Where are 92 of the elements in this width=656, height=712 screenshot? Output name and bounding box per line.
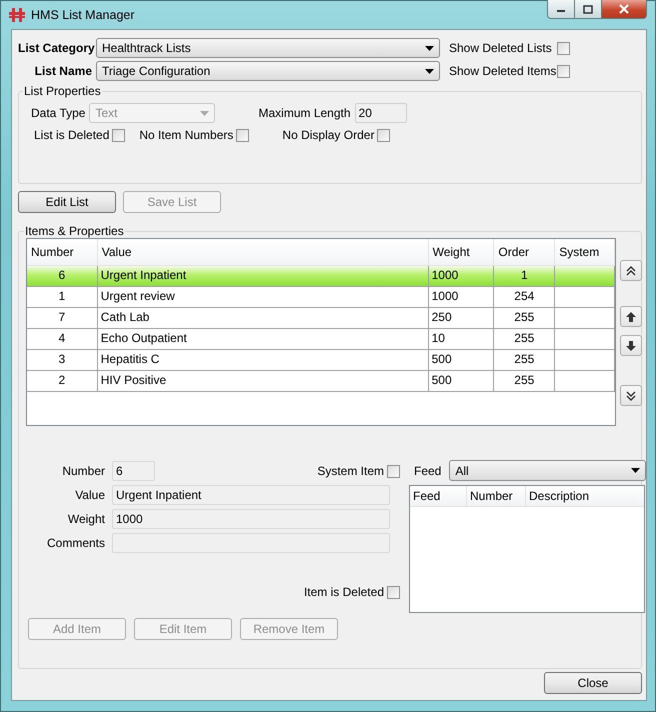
checkbox[interactable]	[557, 42, 570, 54]
table-cell: 1	[27, 287, 98, 307]
maximum-length-field[interactable]: 20	[354, 103, 407, 123]
checkbox[interactable]	[377, 128, 390, 142]
table-cell: 500	[428, 350, 494, 370]
table-row[interactable]: 4 Echo Outpatient 10 255	[27, 329, 615, 350]
close-icon	[618, 4, 630, 14]
column-header[interactable]: Number	[467, 486, 526, 506]
move-up-button[interactable]	[620, 306, 642, 327]
table-row[interactable]: 3 Hepatitis C 500 255	[27, 350, 615, 371]
field-label: Weight	[66, 512, 105, 526]
caret-icon	[631, 468, 640, 473]
checkbox-label: Show Deleted Lists	[449, 41, 553, 55]
close-button[interactable]: Close	[544, 672, 642, 694]
column-header[interactable]: Value	[98, 239, 429, 265]
checkbox-label: System Item	[317, 464, 384, 478]
dropdown[interactable]: Triage Configuration	[96, 61, 440, 81]
caret-icon	[425, 68, 434, 74]
up-arrow-icon	[626, 312, 636, 322]
table-cell: Cath Lab	[98, 308, 429, 328]
field-label: Maximum Length	[258, 106, 351, 120]
caret-icon	[425, 46, 434, 50]
feed-dropdown[interactable]: All	[449, 460, 646, 481]
column-header[interactable]: System	[555, 239, 615, 265]
column-header[interactable]: Number	[27, 239, 98, 265]
window-title: HMS List Manager	[31, 8, 135, 22]
table-cell: 255	[494, 329, 556, 349]
column-header[interactable]: Order	[494, 239, 556, 265]
table-row[interactable]: 1 Urgent review 1000 254	[27, 287, 615, 308]
field-label: Value	[74, 488, 105, 502]
table-cell: 7	[27, 308, 98, 328]
cross-logo-icon	[9, 7, 25, 23]
checkbox-label: No Item Numbers	[139, 128, 234, 142]
table-cell: 4	[27, 329, 98, 349]
edit-list-button[interactable]: Edit List	[18, 191, 116, 213]
table-cell: 1000	[428, 287, 494, 307]
table-cell: Hepatitis C	[98, 350, 429, 370]
weight-field[interactable]: 1000	[112, 509, 390, 529]
table-cell: 1000	[428, 266, 494, 286]
checkbox[interactable]	[387, 586, 400, 598]
table-cell: 255	[494, 371, 556, 391]
double-up-chevron-icon	[626, 266, 636, 276]
table-cell: 255	[494, 350, 556, 370]
close-window-button[interactable]	[602, 0, 647, 19]
comments-field[interactable]	[112, 533, 390, 553]
table-cell: 250	[428, 308, 494, 328]
table-cell: 500	[428, 371, 494, 391]
checkbox[interactable]	[387, 464, 400, 478]
checkbox-label: Show Deleted Items	[449, 64, 557, 78]
number-field[interactable]: 6	[112, 461, 155, 481]
value-field[interactable]: Urgent Inpatient	[112, 485, 390, 505]
caret-icon	[200, 110, 210, 116]
field-label: Comments	[46, 536, 105, 550]
checkbox-label: No Display Order	[282, 128, 374, 142]
table-cell: Urgent Inpatient	[98, 266, 429, 286]
table-cell: Urgent review	[98, 287, 429, 307]
table-row[interactable]: 6 Urgent Inpatient 1000 1	[27, 266, 615, 287]
table-cell: Echo Outpatient	[98, 329, 429, 349]
table-row[interactable]: 7 Cath Lab 250 255	[27, 308, 615, 329]
column-header[interactable]: Weight	[428, 239, 494, 265]
field-label: List Name	[34, 64, 92, 78]
minimize-button[interactable]	[547, 0, 575, 19]
maximize-button[interactable]	[575, 0, 602, 19]
field-label: Data Type	[31, 106, 86, 120]
field-label: Number	[61, 464, 105, 478]
table-cell: HIV Positive	[98, 371, 429, 391]
checkbox[interactable]	[112, 128, 126, 142]
table-row[interactable]: 2 HIV Positive 500 255	[27, 371, 615, 392]
double-down-chevron-icon	[626, 390, 636, 400]
maximize-icon	[583, 4, 593, 14]
down-arrow-icon	[626, 340, 636, 350]
move-down-button[interactable]	[620, 335, 642, 356]
table-cell: 2	[27, 371, 98, 391]
move-to-bottom-button[interactable]	[620, 385, 642, 406]
field-label: List Category	[18, 41, 92, 55]
table-cell: 10	[428, 329, 494, 349]
group-title: List Properties	[23, 84, 102, 98]
checkbox[interactable]	[236, 128, 250, 142]
move-to-top-button[interactable]	[620, 260, 642, 281]
checkbox-label: Item is Deleted	[304, 585, 384, 599]
checkbox[interactable]	[557, 64, 570, 78]
checkbox-label: List is Deleted	[34, 128, 110, 142]
table-cell: 3	[27, 350, 98, 370]
table-cell: 255	[494, 308, 556, 328]
table-cell: 6	[27, 266, 98, 286]
column-header[interactable]: Feed	[410, 486, 467, 506]
dropdown[interactable]: Healthtrack Lists	[96, 38, 440, 58]
table-cell: 1	[494, 266, 556, 286]
table-cell: 254	[494, 287, 556, 307]
group-title: Items & Properties	[24, 224, 125, 238]
column-header[interactable]: Description	[526, 486, 644, 506]
field-label: Feed	[414, 464, 442, 478]
